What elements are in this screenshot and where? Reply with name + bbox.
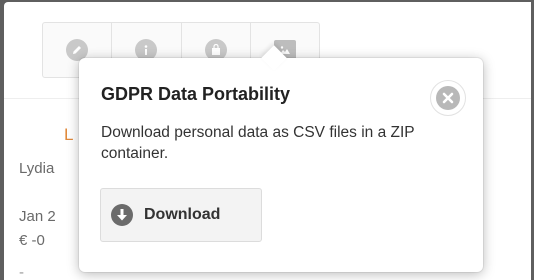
- close-button[interactable]: [430, 80, 466, 116]
- gdpr-popover: GDPR Data Portability Download personal …: [79, 45, 483, 272]
- popover-description: Download personal data as CSV files in a…: [101, 124, 415, 162]
- download-button-label: Download: [144, 206, 221, 223]
- placeholder-dash: -: [19, 264, 24, 280]
- close-icon: [436, 86, 460, 110]
- customer-name: Lydia: [19, 160, 55, 177]
- order-amount: € -0: [19, 232, 45, 249]
- popover-title: GDPR Data Portability: [101, 84, 291, 104]
- download-button[interactable]: Download: [100, 188, 262, 242]
- download-icon: [111, 204, 133, 226]
- customer-initial: L: [64, 125, 74, 144]
- order-date: Jan 2: [19, 208, 56, 225]
